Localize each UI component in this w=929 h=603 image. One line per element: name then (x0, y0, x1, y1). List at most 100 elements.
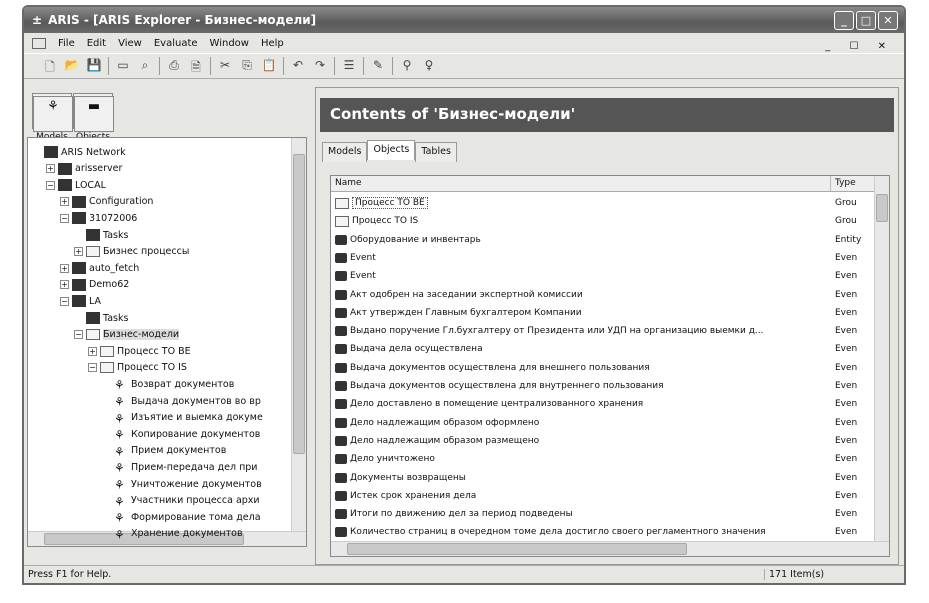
new-icon[interactable]: 🗋 (42, 58, 58, 74)
tree-item[interactable]: − 31072006 (60, 210, 137, 226)
database-icon (72, 212, 86, 225)
tree-item[interactable]: ⚘ Возврат документов (102, 376, 234, 392)
list-row[interactable]: Истек срок хранения дела Even (331, 487, 874, 505)
menu-evaluate[interactable]: Evaluate (154, 38, 198, 49)
redo-icon[interactable]: ↷ (312, 58, 328, 74)
tree-item[interactable]: ⚘ Прием документов (102, 443, 226, 459)
models-button[interactable]: ⚘Models (32, 93, 73, 142)
collapse-icon[interactable]: − (74, 330, 83, 340)
list-row[interactable]: Выдано поручение Гл.бухгалтеру от Презид… (331, 322, 874, 340)
list-row[interactable]: Процесс TO BE Grou (331, 194, 874, 212)
expand-icon[interactable]: + (74, 247, 83, 257)
list-row[interactable]: Дело надлежащим образом размещено Even (331, 432, 874, 450)
list-row[interactable]: Дело доставлено в помещение централизова… (331, 395, 874, 413)
open-icon[interactable]: 📂 (64, 58, 80, 74)
tree-item[interactable]: Tasks (74, 227, 128, 243)
tree-item[interactable]: ⚘ Уничтожение документов (102, 476, 262, 492)
print-icon[interactable]: ⎙ (166, 58, 182, 74)
tree-item[interactable]: ⚘ Прием-передача дел при (102, 459, 257, 475)
list-row[interactable]: Количество страниц в очередном томе дела… (331, 523, 874, 541)
tree-item[interactable]: ARIS Network (32, 144, 126, 160)
list-row[interactable]: Event Even (331, 267, 874, 285)
tree-item[interactable]: + arisserver (46, 161, 122, 177)
list-row[interactable]: Документы возвращены Even (331, 469, 874, 487)
list-row[interactable]: Акт утвержден Главным бухгалтером Компан… (331, 304, 874, 322)
navigation-pane: ⚘Models ▬Objects ARIS Network + arisserver… (27, 87, 307, 565)
tree-vertical-scrollbar[interactable] (291, 138, 306, 531)
open-db-icon[interactable]: ▭ (115, 58, 131, 74)
tree-item-label: LOCAL (75, 179, 106, 191)
minimize-button[interactable]: _ (834, 11, 854, 30)
menu-file[interactable]: File (58, 38, 75, 49)
edit-icon[interactable]: ✎ (370, 58, 386, 74)
list-row[interactable]: Выдача документов осуществлена для внутр… (331, 377, 874, 395)
column-header-name[interactable]: Name (331, 176, 831, 191)
copy-icon[interactable]: ⎘ (239, 58, 255, 74)
tree-item[interactable]: + Процесс TO BE (88, 343, 191, 359)
collapse-icon[interactable]: − (60, 213, 69, 223)
undo-icon[interactable]: ↶ (290, 58, 306, 74)
expand-icon[interactable]: + (60, 197, 69, 207)
list-row[interactable]: Оборудование и инвентарь Entity (331, 231, 874, 249)
expand-icon[interactable]: + (88, 346, 97, 356)
objects-button[interactable]: ▬Objects (73, 93, 114, 142)
toolbar-separator (392, 57, 393, 75)
expand-icon[interactable]: + (46, 164, 55, 174)
list-row[interactable]: Акт одобрен на заседании экспертной коми… (331, 286, 874, 304)
tree-item[interactable]: + Demo62 (60, 277, 129, 293)
tree-item[interactable]: ⚘ Копирование документов (102, 426, 260, 442)
document-icon[interactable] (32, 37, 46, 49)
database-icon (44, 146, 58, 158)
cut-icon[interactable]: ✂ (217, 58, 233, 74)
tree-item[interactable]: − LOCAL (46, 177, 106, 193)
help-icon[interactable]: ♀ (421, 58, 437, 74)
list-row[interactable]: Дело надлежащим образом оформлено Even (331, 414, 874, 432)
mdi-controls[interactable]: _ ☐ ✕ (825, 41, 894, 52)
collapse-icon[interactable]: − (88, 363, 97, 373)
tree-item[interactable]: ⚘ Изъятие и выемка докуме (102, 410, 263, 426)
close-button[interactable]: ✕ (878, 11, 898, 30)
column-header-type[interactable]: Type (831, 176, 876, 191)
tree-item[interactable]: + auto_fetch (60, 260, 139, 276)
tree-item[interactable]: + Бизнес процессы (74, 244, 189, 260)
tree-item[interactable]: − Процесс TO IS (88, 360, 187, 376)
list-vertical-scrollbar[interactable] (874, 176, 889, 541)
print-preview-icon[interactable]: 🗎 (188, 58, 204, 74)
tree-item[interactable]: ⚘ Формирование тома дела (102, 509, 261, 525)
list-row[interactable]: Выдача документов осуществлена для внешн… (331, 359, 874, 377)
menu-window[interactable]: Window (210, 38, 249, 49)
paste-icon[interactable]: 📋 (261, 58, 277, 74)
tree-item[interactable]: ⚘ Участники процесса архи (102, 493, 260, 509)
expand-icon[interactable]: + (60, 263, 69, 273)
tree-item[interactable]: ⚘ Выдача документов во вр (102, 393, 261, 409)
menu-view[interactable]: View (118, 38, 142, 49)
maximize-button[interactable]: □ (856, 11, 876, 30)
list-row[interactable]: Выдача дела осуществлена Even (331, 340, 874, 358)
model-icon: ⚘ (114, 428, 125, 443)
tab-objects[interactable]: Objects (367, 140, 416, 160)
list-row[interactable]: Итоги по движению дел за период подведен… (331, 505, 874, 523)
tab-models[interactable]: Models (322, 142, 368, 162)
tree-item[interactable]: − LA (60, 293, 101, 309)
menu-edit[interactable]: Edit (87, 38, 106, 49)
tab-tables[interactable]: Tables (415, 142, 457, 162)
tree-item[interactable]: Tasks (74, 310, 128, 326)
list-horizontal-scrollbar[interactable] (331, 541, 889, 556)
menu-help[interactable]: Help (261, 38, 284, 49)
row-name: Дело доставлено в помещение централизова… (350, 399, 644, 410)
list-row[interactable]: Event Even (331, 249, 874, 267)
tree-item[interactable]: + Configuration (60, 194, 153, 210)
model-icon: ⚘ (114, 411, 125, 426)
row-type: Even (835, 326, 858, 337)
expand-icon[interactable]: + (60, 280, 69, 290)
tree-item[interactable]: − Бизнес-модели (74, 327, 180, 343)
collapse-icon[interactable]: − (46, 180, 55, 190)
save-icon[interactable]: 💾 (86, 58, 102, 74)
search-icon[interactable]: ⚲ (399, 58, 415, 74)
list-row[interactable]: Процесс TO IS Grou (331, 212, 874, 230)
properties-icon[interactable]: ☰ (341, 58, 357, 74)
list-row[interactable]: Дело уничтожено Even (331, 450, 874, 468)
find-icon[interactable]: ⌕ (137, 58, 153, 74)
collapse-icon[interactable]: − (60, 296, 69, 306)
tree-item[interactable]: ⚘ Хранение документов (102, 526, 243, 542)
